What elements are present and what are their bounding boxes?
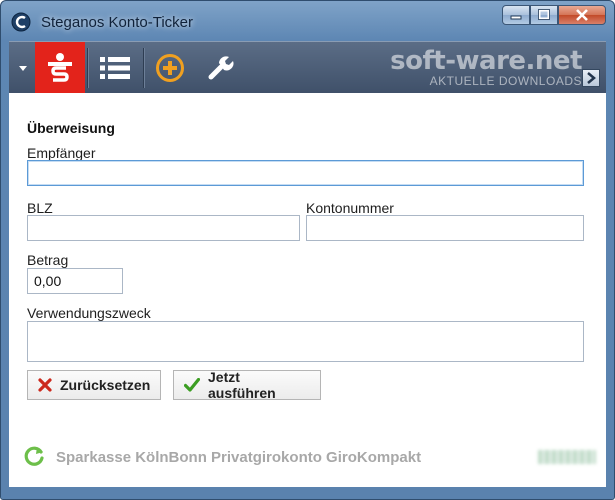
blz-label: BLZ (27, 200, 53, 216)
steganos-app-icon (11, 12, 31, 32)
sparkasse-logo-icon (48, 53, 72, 82)
checkmark-icon (184, 378, 200, 392)
amount-input[interactable] (27, 268, 123, 294)
watermark: soft-ware.net AKTUELLE DOWNLOADS (390, 48, 582, 88)
form-section-title: Überweisung (27, 120, 115, 136)
toolbar-sparkasse-button[interactable] (35, 42, 85, 94)
close-icon (576, 9, 588, 21)
x-icon (38, 378, 52, 392)
toolbar-next-button[interactable] (582, 69, 600, 87)
refresh-icon[interactable] (23, 445, 45, 467)
amount-label: Betrag (27, 252, 69, 268)
app-window: Steganos Konto-Ticker soft-ware.net AKTU… (0, 0, 615, 500)
account-number-input[interactable] (306, 215, 584, 241)
toolbar-list-button[interactable] (89, 42, 141, 94)
toolbar-separator (87, 48, 88, 88)
watermark-logo: soft-ware.net (390, 46, 582, 76)
watermark-subtitle: AKTUELLE DOWNLOADS (429, 74, 582, 88)
wrench-icon (208, 56, 234, 80)
execute-button[interactable]: Jetzt ausführen (173, 369, 321, 401)
client-area: Überweisung Empfänger BLZ Kontonummer Be… (9, 93, 606, 487)
account-number-label: Kontonummer (306, 200, 394, 216)
add-circle-icon (156, 54, 184, 82)
list-icon (100, 57, 130, 79)
reset-button[interactable]: Zurücksetzen (27, 370, 161, 400)
status-balance-blurred (538, 450, 596, 464)
maximize-icon (538, 9, 550, 20)
chevron-right-icon (587, 72, 596, 84)
blz-input[interactable] (27, 215, 300, 241)
toolbar-dropdown-button[interactable] (13, 42, 33, 94)
toolbar-settings-button[interactable] (195, 42, 245, 94)
minimize-button[interactable] (502, 5, 530, 25)
status-account-text: Sparkasse KölnBonn Privatgirokonto GiroK… (56, 449, 422, 466)
toolbar-separator (143, 48, 144, 88)
purpose-textarea[interactable] (27, 321, 584, 362)
maximize-button[interactable] (530, 5, 558, 25)
window-title: Steganos Konto-Ticker (41, 14, 194, 31)
reset-button-label: Zurücksetzen (60, 377, 151, 393)
close-button[interactable] (558, 5, 606, 25)
toolbar-add-button[interactable] (145, 42, 195, 94)
execute-button-label: Jetzt ausführen (208, 369, 276, 401)
purpose-label: Verwendungszweck (27, 305, 151, 321)
recipient-label: Empfänger (27, 145, 96, 161)
toolbar: soft-ware.net AKTUELLE DOWNLOADS (9, 41, 606, 94)
caret-down-icon (19, 66, 27, 71)
minimize-icon (510, 15, 522, 20)
caption-buttons (502, 5, 606, 25)
title-bar[interactable]: Steganos Konto-Ticker (1, 1, 614, 41)
recipient-input[interactable] (27, 160, 584, 186)
